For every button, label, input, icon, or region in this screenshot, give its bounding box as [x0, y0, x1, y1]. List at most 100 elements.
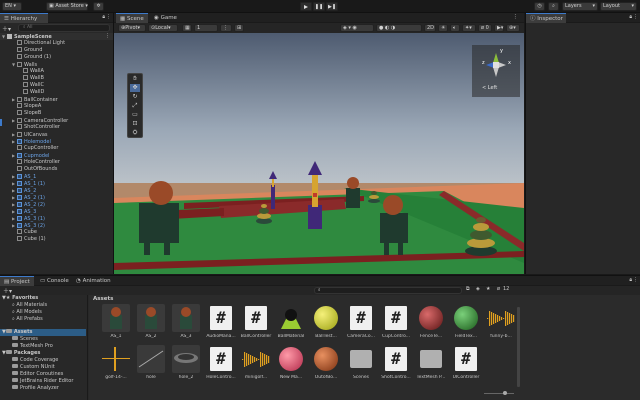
asset-item[interactable]: golf-14-... [99, 345, 133, 389]
project-tree-item[interactable]: TextMesh Pro [0, 343, 86, 350]
project-tree-item[interactable]: ⌕ All Prefabs [0, 316, 86, 323]
cloud-icon[interactable]: ✲ [93, 2, 104, 11]
hierarchy-item[interactable]: WallA [0, 68, 113, 75]
hierarchy-item[interactable]: ▶ AS_3 (1) [0, 215, 113, 222]
hierarchy-item[interactable]: HoleController [0, 159, 113, 166]
hierarchy-item[interactable]: ShotController [0, 124, 113, 131]
hierarchy-item[interactable]: ▶ AS_2 [0, 187, 113, 194]
pause-button[interactable]: ❚❚ [313, 2, 325, 11]
rect-tool-icon[interactable]: ▭ [130, 111, 140, 119]
rotate-tool-icon[interactable]: ↻ [130, 93, 140, 101]
audio-icon[interactable]: 🔈︎ [450, 24, 460, 32]
effects-icon[interactable]: ✦▾ [462, 24, 476, 32]
asset-item[interactable]: hole [134, 345, 168, 389]
thumbnail-size-slider[interactable] [484, 393, 514, 394]
more-icon[interactable]: ⋮ [633, 14, 638, 20]
hierarchy-item[interactable]: ▼ Walls [0, 61, 113, 68]
asset-item[interactable]: FieldTex... [449, 304, 483, 348]
hierarchy-item[interactable]: ▶ AS_3 (2) [0, 222, 113, 229]
move-tool-icon[interactable]: ✥ [130, 84, 140, 92]
asset-scrollbar[interactable] [517, 307, 520, 387]
favorites-header[interactable]: ▼★ Favorites [0, 295, 86, 302]
asset-item[interactable]: BallTest... [309, 304, 343, 348]
hierarchy-item[interactable]: ▶ CameraController [0, 117, 113, 124]
tab-game[interactable]: ◉ Game [150, 13, 182, 23]
hierarchy-item[interactable]: ▶ UICanvas [0, 131, 113, 138]
asset-item[interactable]: # CupContro... [379, 304, 413, 348]
filter-type-icon[interactable]: ⧉ [466, 286, 470, 292]
asset-store-button[interactable]: ▣ Asset Store ▾ [46, 2, 88, 11]
draw-mode-dropdown[interactable]: ◈ ▾ ◉ [340, 24, 374, 32]
hierarchy-item[interactable]: ▶ BallContainer [0, 96, 113, 103]
asset-item[interactable]: TextMesh P... [414, 345, 448, 389]
pivot-dropdown[interactable]: ⊕Pivot▾ [118, 24, 146, 32]
tab-console[interactable]: ▭ Console [36, 276, 70, 286]
project-tree-item[interactable]: Code Coverage [0, 357, 86, 364]
transform-tool-icon[interactable]: ⊡ [130, 120, 140, 128]
custom-tool-icon[interactable]: ⛭ [130, 129, 140, 137]
asset-item[interactable]: # BallController [239, 304, 273, 348]
grid-size-field[interactable]: 1 [194, 24, 218, 32]
asset-item[interactable]: funny-b... [484, 304, 518, 348]
asset-item[interactable]: # UIController [449, 345, 483, 389]
project-tree-item[interactable]: JetBrains Rider Editor [0, 378, 86, 385]
scene-more-icon[interactable]: ⋮ [513, 14, 519, 20]
asset-item[interactable]: OutofBo... [309, 345, 343, 389]
scene-root[interactable]: ▼ SampleScene ⋮ [0, 33, 113, 40]
create-asset-button[interactable]: ＋▾ [3, 286, 12, 295]
lighting-icon[interactable]: ☀ [438, 24, 448, 32]
asset-item[interactable]: AS_1 [99, 304, 133, 348]
project-tree-item[interactable]: Scenes [0, 336, 86, 343]
asset-item[interactable]: AS_2 [134, 304, 168, 348]
hierarchy-item[interactable]: ▶ AS_1 (1) [0, 180, 113, 187]
tab-inspector[interactable]: ⓘ Inspector [526, 13, 566, 23]
gizmos-dropdown[interactable]: ⊕▾ [506, 24, 520, 32]
asset-item[interactable]: Scenes [344, 345, 378, 389]
layout-dropdown[interactable]: Layout ▾ [600, 2, 637, 11]
tab-project[interactable]: ▤ Project [0, 276, 34, 286]
hierarchy-item[interactable]: ▶ AS_2 (1) [0, 194, 113, 201]
hierarchy-item[interactable]: ▶ Cupmodel [0, 152, 113, 159]
orientation-gizmo[interactable]: z x y < Left [472, 45, 520, 97]
add-object-button[interactable]: ＋▾ [2, 24, 16, 33]
asset-item[interactable]: minigolf... [239, 345, 273, 389]
hierarchy-item[interactable]: Ground [0, 47, 113, 54]
lock-icon[interactable]: 🔒︎ [102, 14, 105, 20]
hierarchy-item[interactable]: WallC [0, 82, 113, 89]
hierarchy-item[interactable]: WallB [0, 75, 113, 82]
asset-item[interactable]: # CameraCo... [344, 304, 378, 348]
favorite-icon[interactable]: ★ [486, 286, 490, 292]
project-tree-item[interactable]: Custom NUnit [0, 364, 86, 371]
hierarchy-item[interactable]: ▶ AS_1 [0, 173, 113, 180]
step-button[interactable]: ▶❚ [326, 2, 338, 11]
packages-root[interactable]: ▼ Packages [0, 350, 86, 357]
asset-item[interactable]: # HoleContro... [204, 345, 238, 389]
lock-icon[interactable]: 🔒︎ [629, 14, 632, 20]
hierarchy-item[interactable]: ▶ Holemodel [0, 138, 113, 145]
project-search-input[interactable]: ⌕ [314, 287, 462, 294]
more-icon[interactable]: ⋮ [633, 277, 638, 283]
scene-menu-icon[interactable]: ⋮ [105, 33, 110, 40]
filter-label-icon[interactable]: ◈ [476, 286, 480, 292]
shading-mode-group[interactable]: ● ◐ ◑ [376, 24, 422, 32]
breadcrumb[interactable]: Assets [93, 296, 113, 302]
hierarchy-item[interactable]: Directional Light [0, 40, 113, 47]
scale-tool-icon[interactable]: ⤢ [130, 102, 140, 110]
hierarchy-item[interactable]: Cube (1) [0, 236, 113, 243]
hierarchy-item[interactable]: SlopeB [0, 110, 113, 117]
asset-item[interactable]: # ShotContro... [379, 345, 413, 389]
hierarchy-item[interactable]: SlopeA [0, 103, 113, 110]
hidden-packages-icon[interactable]: ø [497, 286, 500, 292]
scene-viewport[interactable]: ✋︎ ✥ ↻ ⤢ ▭ ⊡ ⛭ z x y < Left [114, 33, 524, 274]
hierarchy-item[interactable]: ▶ AS_3 [0, 208, 113, 215]
snap-increment-icon[interactable]: ⋮ [220, 24, 232, 32]
layers-dropdown[interactable]: Layers ▾ [562, 2, 598, 11]
2d-toggle[interactable]: 2D [424, 24, 436, 32]
hierarchy-item[interactable]: OutOfBounds [0, 166, 113, 173]
hierarchy-item[interactable]: CupController [0, 145, 113, 152]
project-tree-item[interactable]: ⌕ All Models [0, 309, 86, 316]
project-tree-item[interactable]: ⌕ All Materials [0, 302, 86, 309]
asset-item[interactable]: hole_2 [169, 345, 203, 389]
search-icon[interactable]: ⌕ [548, 2, 559, 11]
project-tree-item[interactable]: Editor Coroutines [0, 371, 86, 378]
